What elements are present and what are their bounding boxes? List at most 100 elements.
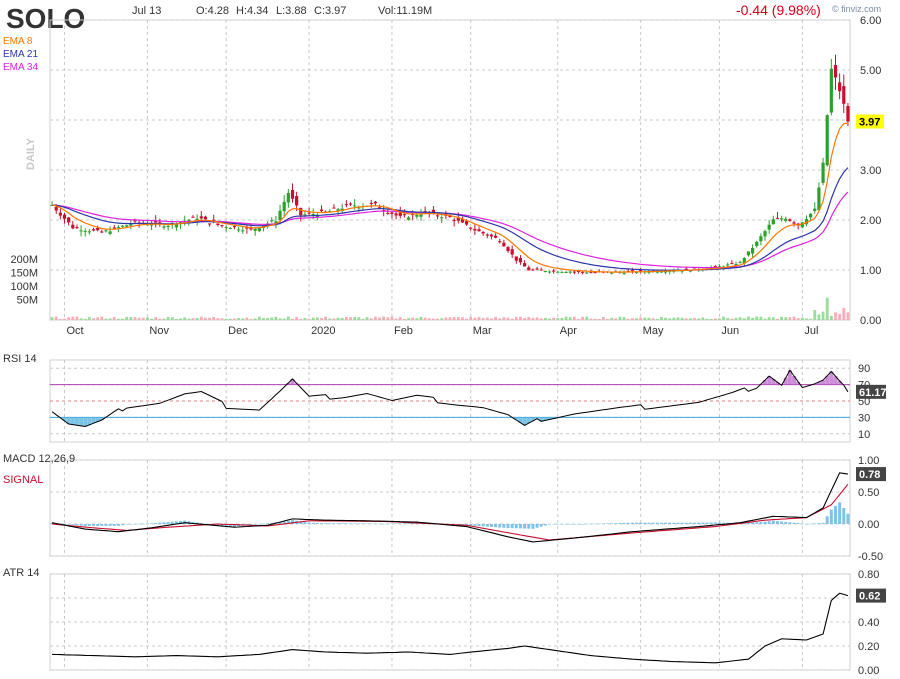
macd-histogram-bar bbox=[800, 523, 804, 525]
candle-body bbox=[842, 86, 846, 104]
volume-bar bbox=[589, 318, 593, 320]
volume-bar bbox=[415, 318, 419, 320]
macd-histogram-bar bbox=[755, 522, 759, 524]
candle-body bbox=[452, 220, 456, 222]
volume-bar bbox=[821, 311, 825, 320]
macd-histogram-bar bbox=[680, 522, 684, 524]
candle-body bbox=[199, 216, 203, 219]
volume-bar bbox=[432, 318, 435, 320]
volume-bar bbox=[751, 317, 754, 320]
macd-histogram-bar bbox=[386, 523, 390, 525]
macd-histogram-bar bbox=[701, 522, 705, 524]
panel-y-tick: 30 bbox=[858, 412, 870, 424]
macd-histogram-bar bbox=[407, 523, 411, 524]
volume-bar bbox=[133, 316, 137, 320]
volume-bar bbox=[150, 318, 153, 320]
macd-histogram-bar bbox=[402, 523, 406, 524]
macd-histogram-bar bbox=[390, 523, 394, 525]
volume-bar bbox=[299, 318, 303, 320]
volume-bar bbox=[137, 317, 141, 320]
macd-histogram-bar bbox=[137, 523, 141, 525]
header-date: Jul 13 bbox=[132, 5, 161, 17]
ticker-symbol: SOLO bbox=[6, 3, 85, 34]
candle-body bbox=[552, 270, 556, 272]
candle-body bbox=[435, 215, 440, 217]
macd-histogram-bar bbox=[141, 523, 145, 525]
macd-histogram-bar bbox=[597, 523, 601, 525]
macd-histogram-bar bbox=[535, 524, 539, 528]
volume-bar bbox=[829, 315, 833, 320]
macd-histogram-bar bbox=[518, 524, 522, 529]
macd-histogram-bar bbox=[817, 523, 821, 524]
volume-bar bbox=[676, 317, 680, 320]
candle-body bbox=[79, 230, 83, 232]
candle-body bbox=[303, 214, 307, 216]
volume-bar bbox=[585, 316, 589, 320]
macd-histogram-bar bbox=[564, 524, 568, 525]
volume-bar bbox=[461, 317, 464, 320]
macd-histogram-bar bbox=[257, 524, 261, 525]
candle-body bbox=[510, 249, 514, 255]
candle-body bbox=[373, 201, 377, 204]
candle-body bbox=[237, 229, 241, 231]
volume-bar bbox=[593, 318, 597, 320]
macd-histogram-bar bbox=[303, 522, 307, 524]
macd-histogram-bar bbox=[477, 524, 481, 527]
price-panel: 6.005.004.003.002.001.000.00OctNovDec202… bbox=[10, 15, 884, 337]
volume-bar bbox=[112, 317, 116, 320]
volume-bar bbox=[336, 317, 340, 320]
volume-bar bbox=[224, 318, 228, 320]
header-close: C:3.97 bbox=[314, 5, 346, 17]
macd-histogram-bar bbox=[622, 522, 626, 524]
macd-histogram-bar bbox=[635, 522, 639, 524]
macd-histogram-bar bbox=[775, 521, 779, 524]
volume-y-tick: 100M bbox=[10, 281, 38, 293]
candle-body bbox=[100, 231, 104, 233]
volume-bar bbox=[324, 316, 328, 320]
volume-bar bbox=[792, 316, 796, 320]
candle-body bbox=[531, 269, 535, 271]
panel-y-tick: 90 bbox=[858, 363, 870, 375]
macd-histogram-bar bbox=[349, 523, 353, 524]
finviz-watermark: © finviz.com bbox=[832, 4, 881, 14]
candle-body bbox=[290, 190, 295, 199]
candle-body bbox=[560, 271, 564, 273]
candle-body bbox=[187, 219, 191, 221]
volume-bar bbox=[597, 318, 601, 320]
candle-body bbox=[523, 263, 527, 267]
volume-bar bbox=[477, 317, 481, 320]
volume-bar bbox=[709, 318, 713, 320]
macd-histogram-bar bbox=[547, 524, 551, 525]
macd-histogram-bar bbox=[821, 522, 825, 524]
volume-bar bbox=[365, 317, 369, 320]
volume-bar bbox=[427, 318, 431, 320]
macd-histogram-bar bbox=[581, 523, 585, 525]
candle-body bbox=[809, 213, 813, 218]
macd-histogram-bar bbox=[688, 522, 692, 524]
candle-body bbox=[224, 227, 228, 229]
volume-bar bbox=[846, 312, 850, 320]
candle-body bbox=[498, 241, 502, 243]
macd-histogram-bar bbox=[145, 523, 149, 525]
candle-body bbox=[96, 227, 100, 231]
candle-body bbox=[216, 223, 220, 226]
candle-body bbox=[750, 247, 755, 254]
volume-bar bbox=[378, 317, 381, 320]
volume-bar bbox=[253, 318, 257, 320]
macd-histogram-bar bbox=[788, 522, 792, 524]
volume-bar bbox=[166, 316, 170, 320]
candle-body bbox=[759, 236, 763, 242]
volume-bar bbox=[523, 317, 527, 320]
macd-histogram-bar bbox=[332, 523, 336, 524]
volume-bar bbox=[705, 318, 709, 320]
macd-histogram-bar bbox=[767, 521, 771, 524]
volume-bar bbox=[54, 316, 58, 320]
candle-body bbox=[286, 192, 290, 203]
price-x-tick: Jul bbox=[804, 325, 818, 337]
panel-y-tick: 0.50 bbox=[858, 487, 879, 499]
candles bbox=[50, 54, 850, 276]
macd-histogram-bar bbox=[593, 523, 597, 525]
volume-bar bbox=[825, 297, 829, 320]
volume-bar bbox=[154, 317, 158, 320]
volume-bar bbox=[228, 318, 232, 320]
